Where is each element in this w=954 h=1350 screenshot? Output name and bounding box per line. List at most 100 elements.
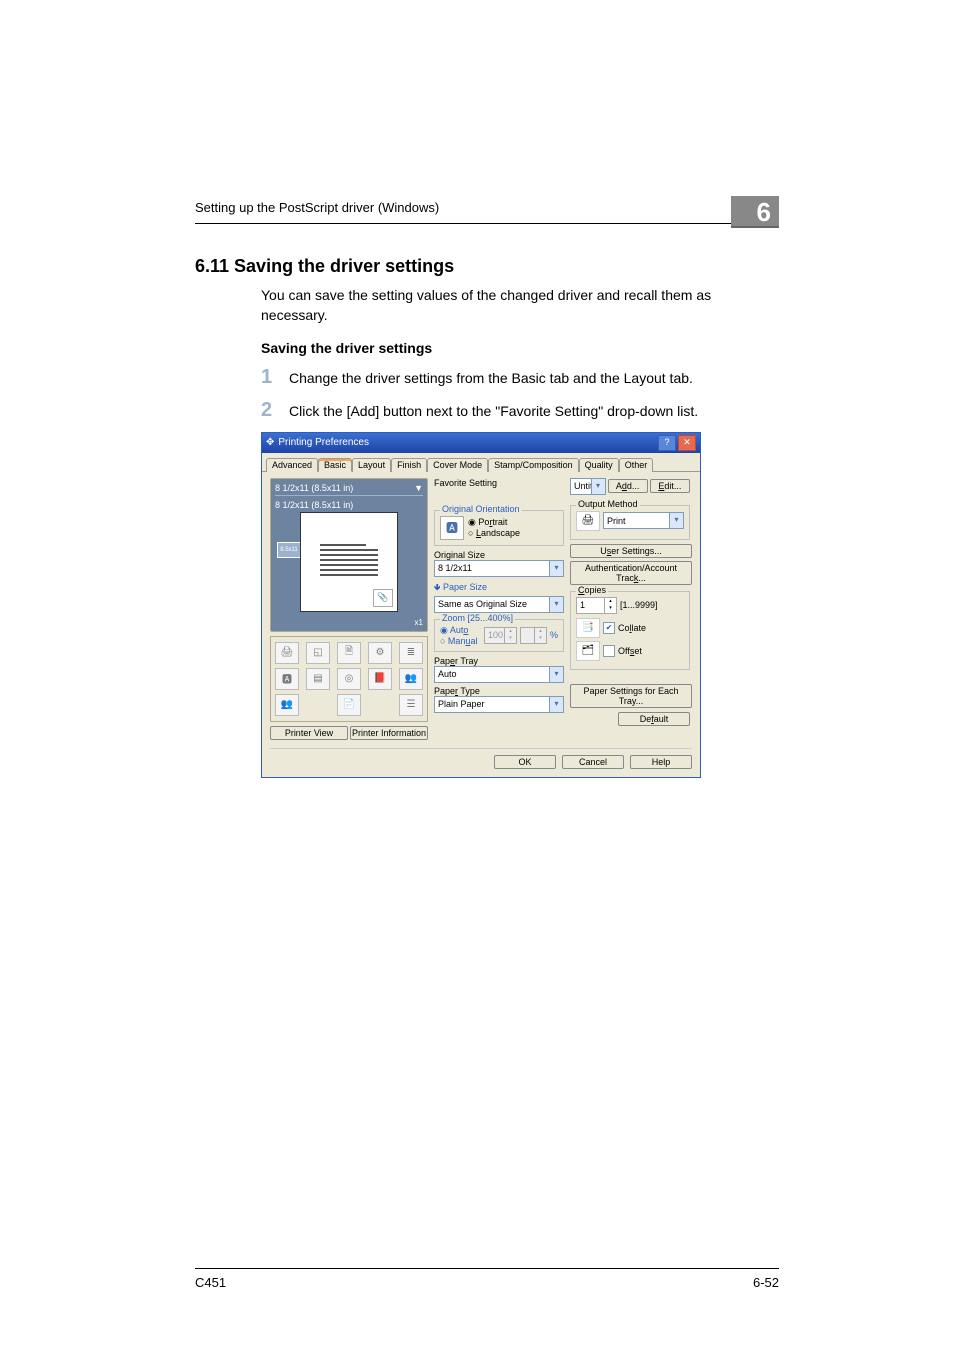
zoom-legend: Zoom [25...400%] xyxy=(440,613,515,623)
paper-type-value: Plain Paper xyxy=(438,699,485,709)
output-size-label: 8 1/2x11 (8.5x11 in) xyxy=(275,500,423,510)
thumb-doc-icon: 🗎 xyxy=(337,642,361,664)
ok-button[interactable]: OK xyxy=(494,755,556,769)
step-text: Click the [Add] button next to the "Favo… xyxy=(289,403,779,419)
copies-spin[interactable]: 1▴▾ xyxy=(576,597,617,614)
favorite-setting-label: Favorite Setting xyxy=(434,478,497,488)
chevron-down-icon[interactable]: ▾ xyxy=(549,697,563,712)
cancel-button[interactable]: Cancel xyxy=(562,755,624,769)
step-text: Change the driver settings from the Basi… xyxy=(289,370,779,386)
thumb-gear-icon: ⚙ xyxy=(368,642,392,664)
preview-panel: 8 1/2x11 (8.5x11 in) ▼ 8 1/2x11 (8.5x11 … xyxy=(270,478,428,632)
user-settings-button[interactable]: User Settings... xyxy=(570,544,692,558)
paper-type-label: Paper Type xyxy=(434,686,564,696)
original-size-label: Original Size xyxy=(434,550,564,560)
section-heading: 6.11 Saving the driver settings xyxy=(195,256,779,277)
orientation-icon: 🅰 xyxy=(440,516,464,540)
output-method-combo[interactable]: Print ▾ xyxy=(603,512,684,529)
thumb-select-icon: ▤ xyxy=(306,668,330,690)
auth-track-button[interactable]: Authentication/Account Track... xyxy=(570,561,692,585)
thumb-printer-icon: 🖨 xyxy=(275,642,299,664)
paper-size-label: 🢃 Paper Size xyxy=(434,580,564,596)
original-size-combo[interactable]: 8 1/2x11 ▾ xyxy=(434,560,564,577)
chevron-down-icon[interactable]: ▾ xyxy=(549,667,563,682)
favorite-setting-combo[interactable]: Untitled ▾ xyxy=(570,478,606,495)
tab-strip: Advanced Basic Layout Finish Cover Mode … xyxy=(262,457,700,472)
zoom-group: Zoom [25...400%] ◉ Auto ○ Manual 100▴▾ ▴… xyxy=(434,619,564,652)
collate-icon: 📑 xyxy=(576,618,600,638)
zoom-spin[interactable]: 100▴▾ xyxy=(484,627,517,644)
thumb-group-icon: 👥 xyxy=(399,668,423,690)
chevron-down-icon[interactable]: ▾ xyxy=(549,561,563,576)
step-number: 2 xyxy=(261,399,289,422)
chevron-down-icon[interactable]: ▾ xyxy=(669,513,683,528)
thumb-book-icon: 📕 xyxy=(368,668,392,690)
paper-tray-label: Paper Tray xyxy=(434,656,564,666)
portrait-option[interactable]: ◉ Portrait xyxy=(468,517,520,528)
expand-icon[interactable]: ▼ xyxy=(414,483,423,493)
orientation-legend: Original Orientation xyxy=(440,504,522,514)
output-method-legend: Output Method xyxy=(576,499,640,509)
offset-label: Offset xyxy=(618,646,642,656)
running-head: Setting up the PostScript driver (Window… xyxy=(195,200,779,215)
chapter-number-badge: 6 xyxy=(731,196,779,228)
printing-preferences-dialog: ✥ Printing Preferences ? ✕ Advanced Basi… xyxy=(261,432,701,778)
tab-finish[interactable]: Finish xyxy=(391,458,427,472)
landscape-option[interactable]: ○ Landscape xyxy=(468,528,520,538)
add-button[interactable]: Add... xyxy=(608,479,648,493)
dialog-title: Printing Preferences xyxy=(278,437,369,448)
tab-other[interactable]: Other xyxy=(619,458,654,472)
edit-button[interactable]: Edit... xyxy=(650,479,690,493)
tab-quality[interactable]: Quality xyxy=(579,458,619,472)
source-size-label: 8 1/2x11 (8.5x11 in) xyxy=(275,483,353,493)
tab-basic[interactable]: Basic xyxy=(318,458,352,472)
intro-paragraph: You can save the setting values of the c… xyxy=(261,285,779,326)
paper-settings-tray-button[interactable]: Paper Settings for Each Tray... xyxy=(570,684,692,708)
zoom-step-spin[interactable]: ▴▾ xyxy=(520,627,547,644)
tab-layout[interactable]: Layout xyxy=(352,458,391,472)
paper-tray-combo[interactable]: Auto ▾ xyxy=(434,666,564,683)
step-2: 2 Click the [Add] button next to the "Fa… xyxy=(261,399,779,422)
paper-size-combo[interactable]: Same as Original Size ▾ xyxy=(434,596,564,613)
app-icon: ✥ xyxy=(266,437,274,448)
footer-left: C451 xyxy=(195,1275,226,1290)
copies-group: Copies 1▴▾ [1...9999] 📑 ✔ Collate 🗂 xyxy=(570,591,690,670)
dialog-title-bar: ✥ Printing Preferences ? ✕ xyxy=(262,433,700,453)
close-icon[interactable]: ✕ xyxy=(678,435,696,451)
tab-advanced[interactable]: Advanced xyxy=(266,458,318,472)
tab-stamp-composition[interactable]: Stamp/Composition xyxy=(488,458,579,472)
copies-legend: Copies xyxy=(576,585,608,595)
paper-tray-value: Auto xyxy=(438,669,457,679)
zoom-manual-option[interactable]: ○ Manual xyxy=(440,636,477,646)
tab-cover-mode[interactable]: Cover Mode xyxy=(427,458,488,472)
zoom-factor: x1 xyxy=(275,618,423,627)
paper-size-value: Same as Original Size xyxy=(438,599,527,609)
thumb-scale-icon: ◱ xyxy=(306,642,330,664)
default-button[interactable]: Default xyxy=(618,712,690,726)
thumb-stack-icon: ☰ xyxy=(399,694,423,716)
step-1: 1 Change the driver settings from the Ba… xyxy=(261,366,779,389)
zoom-auto-option[interactable]: ◉ Auto xyxy=(440,625,477,636)
offset-icon: 🗂 xyxy=(576,641,600,661)
copies-range: [1...9999] xyxy=(620,600,658,610)
ruler-icon: 8.5x11 xyxy=(277,542,301,558)
paper-type-combo[interactable]: Plain Paper ▾ xyxy=(434,696,564,713)
thumb-globe-icon: ◎ xyxy=(337,668,361,690)
collate-checkbox[interactable]: ✔ xyxy=(603,622,615,634)
step-number: 1 xyxy=(261,366,289,389)
offset-checkbox[interactable] xyxy=(603,645,615,657)
printer-view-button[interactable]: Printer View xyxy=(270,726,348,740)
help-icon[interactable]: ? xyxy=(658,435,676,451)
printer-icon: 🖨 xyxy=(576,511,600,531)
printer-information-button[interactable]: Printer Information xyxy=(350,726,428,740)
chevron-down-icon[interactable]: ▾ xyxy=(591,479,605,494)
sub-heading: Saving the driver settings xyxy=(261,340,779,356)
header-rule xyxy=(195,223,779,224)
thumb-lock-icon: 👥 xyxy=(275,694,299,716)
thumb-page-icon: 🅰 xyxy=(275,668,299,690)
original-size-value: 8 1/2x11 xyxy=(438,563,472,573)
help-button[interactable]: Help xyxy=(630,755,692,769)
page-footer: C451 6-52 xyxy=(195,1268,779,1290)
feature-thumbnails: 🖨 ◱ 🗎 ⚙ ≣ 🅰 ▤ ◎ 📕 👥 👥 📄 ☰ xyxy=(270,636,428,722)
chevron-down-icon[interactable]: ▾ xyxy=(549,597,563,612)
